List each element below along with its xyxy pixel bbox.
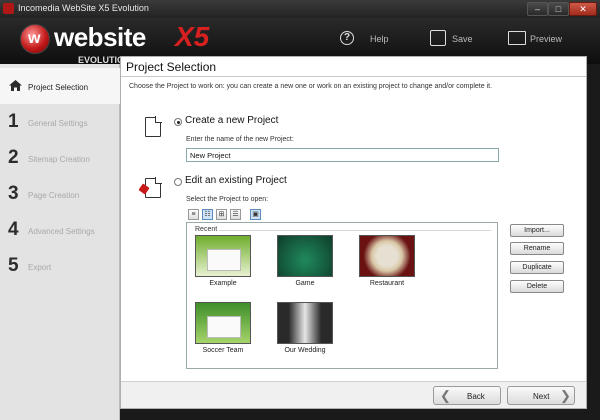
help-icon: ?: [340, 31, 354, 45]
window-title: Incomedia WebSite X5 Evolution: [18, 3, 149, 13]
project-thumbnail: [277, 302, 333, 344]
step-page-creation[interactable]: 3 Page Creation: [0, 176, 120, 212]
delete-button[interactable]: Delete: [510, 280, 564, 293]
step-number: 3: [8, 183, 19, 204]
project-name: Our Wedding: [284, 347, 326, 354]
project-thumbnail: [359, 235, 415, 277]
logo-x5: X5: [175, 21, 210, 52]
edit-existing-radio[interactable]: [174, 178, 182, 186]
duplicate-button[interactable]: Duplicate: [510, 261, 564, 274]
project-list[interactable]: Recent Example Game Restaurant Soccer Te…: [186, 222, 498, 369]
project-name-label: Enter the name of the new Project:: [186, 136, 294, 143]
maximize-button[interactable]: □: [548, 2, 569, 16]
project-name-input[interactable]: [186, 148, 499, 162]
step-sitemap-creation[interactable]: 2 Sitemap Creation: [0, 140, 120, 176]
help-label: Help: [370, 34, 389, 44]
logo-mark: w: [20, 24, 50, 54]
group-label: Recent: [195, 226, 218, 233]
project-name: Soccer Team: [202, 347, 244, 354]
step-label: Page Creation: [28, 191, 80, 200]
chevron-right-icon: ❯: [560, 388, 571, 403]
step-number: 4: [8, 219, 19, 240]
project-item-game[interactable]: Game: [275, 235, 335, 295]
preview-button[interactable]: Preview: [508, 28, 578, 50]
step-number: 1: [8, 111, 19, 132]
step-label: Project Selection: [28, 83, 89, 92]
details-view-icon[interactable]: ☷: [202, 209, 213, 220]
tiles-view-icon[interactable]: ☰: [230, 209, 241, 220]
step-number: 2: [8, 147, 19, 168]
save-icon: [430, 30, 446, 46]
project-item-soccer-team[interactable]: Soccer Team: [193, 302, 253, 362]
step-advanced-settings[interactable]: 4 Advanced Settings: [0, 212, 120, 248]
view-toolbar: ≡ ☷ ⊞ ☰ ▣: [188, 208, 268, 222]
large-icons-view-icon[interactable]: ▣: [250, 209, 261, 220]
back-label: Back: [467, 392, 485, 401]
save-label: Save: [452, 34, 473, 44]
project-item-our-wedding[interactable]: Our Wedding: [275, 302, 335, 362]
step-export[interactable]: 5 Export: [0, 248, 120, 284]
title-bar: Incomedia WebSite X5 Evolution – □ ✕: [0, 0, 600, 18]
create-new-radio[interactable]: [174, 118, 182, 126]
project-item-restaurant[interactable]: Restaurant: [357, 235, 417, 295]
step-label: General Settings: [28, 119, 88, 128]
project-thumbnail: [195, 302, 251, 344]
next-button[interactable]: Next ❯: [507, 386, 575, 405]
intro-text: Choose the Project to work on: you can c…: [129, 83, 493, 90]
project-thumbnail: [277, 235, 333, 277]
step-general-settings[interactable]: 1 General Settings: [0, 104, 120, 140]
back-button[interactable]: ❮ Back: [433, 386, 501, 405]
project-thumbnail: [195, 235, 251, 277]
step-label: Sitemap Creation: [28, 155, 90, 164]
page-title: Project Selection: [126, 60, 217, 74]
project-item-example[interactable]: Example: [193, 235, 253, 295]
new-document-icon: [145, 116, 162, 137]
app-icon: [3, 3, 14, 14]
close-button[interactable]: ✕: [569, 2, 597, 16]
step-label: Advanced Settings: [28, 227, 95, 236]
create-new-label[interactable]: Create a new Project: [185, 115, 278, 126]
project-name: Game: [295, 280, 315, 287]
logo-wordmark: website: [54, 22, 146, 52]
step-number: 5: [8, 255, 19, 276]
group-divider: [219, 230, 491, 231]
step-label: Export: [28, 263, 52, 272]
project-name: Example: [209, 280, 237, 287]
next-label: Next: [533, 392, 550, 401]
project-selection-panel: Project Selection Choose the Project to …: [120, 56, 587, 409]
status-bar: [120, 409, 600, 420]
select-project-label: Select the Project to open:: [186, 196, 269, 203]
step-project-selection[interactable]: Project Selection: [0, 68, 120, 104]
list-view-icon[interactable]: ≡: [188, 209, 199, 220]
chevron-left-icon: ❮: [440, 388, 451, 403]
title-divider: [121, 76, 586, 77]
preview-icon: [508, 31, 526, 45]
save-button[interactable]: Save: [430, 28, 490, 50]
preview-label: Preview: [530, 34, 563, 44]
thumbnails-view-icon[interactable]: ⊞: [216, 209, 227, 220]
minimize-button[interactable]: –: [527, 2, 548, 16]
edit-existing-label[interactable]: Edit an existing Project: [185, 175, 287, 186]
help-button[interactable]: ? Help: [340, 28, 400, 50]
navigation-bar: ❮ Back Next ❯: [121, 381, 586, 408]
import-button[interactable]: Import...: [510, 224, 564, 237]
project-name: Restaurant: [369, 280, 405, 287]
rename-button[interactable]: Rename: [510, 242, 564, 255]
steps-sidebar: Project Selection 1 General Settings 2 S…: [0, 64, 120, 420]
home-icon: [9, 80, 22, 91]
open-document-icon: [145, 177, 162, 198]
